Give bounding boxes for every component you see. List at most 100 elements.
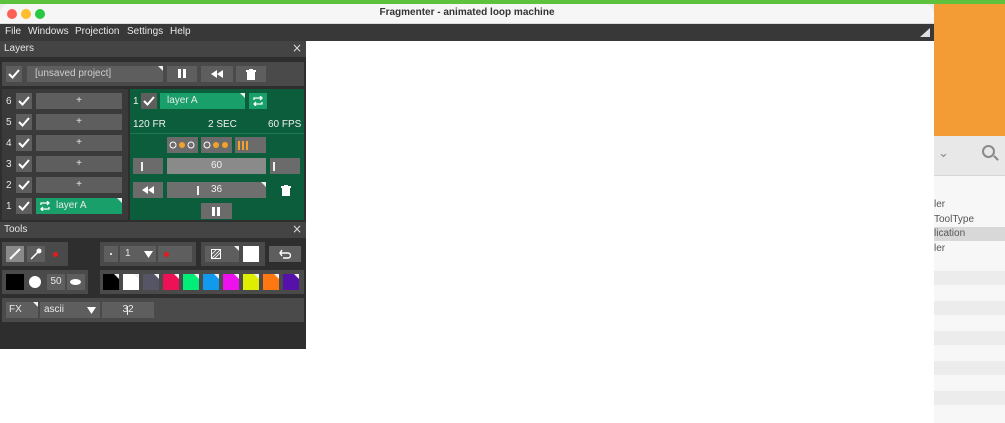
fx-value-field[interactable]: 32 <box>102 302 154 318</box>
palette-swatch[interactable] <box>223 274 239 290</box>
range-end-handle[interactable] <box>270 158 300 174</box>
layer-5-add-button[interactable]: + <box>36 114 122 130</box>
checkmark-icon <box>18 117 30 127</box>
pause-button[interactable] <box>167 66 197 82</box>
checkmark-icon <box>18 201 30 211</box>
layer-pause-button[interactable] <box>201 203 232 219</box>
checkmark-icon <box>18 159 30 169</box>
delete-layer-button[interactable] <box>275 182 297 198</box>
layer-5-checkbox[interactable] <box>16 114 32 130</box>
playback-mode-bars-button[interactable] <box>235 137 266 153</box>
brush-color-preview[interactable] <box>158 246 192 262</box>
opacity-field[interactable]: 50 <box>47 274 65 290</box>
layer-rewind-button[interactable] <box>133 182 163 198</box>
loop-icon <box>253 95 263 107</box>
dot-icon <box>110 253 112 255</box>
layer-3-checkbox[interactable] <box>16 156 32 172</box>
undo-button[interactable] <box>269 246 301 262</box>
palette-swatch[interactable] <box>143 274 159 290</box>
layer-1-label: layer A <box>56 200 87 211</box>
background-app-toolbar: ⌄ <box>934 136 1005 176</box>
rewind-button[interactable] <box>201 66 233 82</box>
menu-projection[interactable]: Projection <box>75 26 119 37</box>
playback-mode-pingpong-button[interactable] <box>201 137 232 153</box>
selected-layer-number: 1 <box>133 96 139 107</box>
range-start-handle[interactable] <box>133 158 163 174</box>
selected-layer-checkbox[interactable] <box>141 93 157 109</box>
layer-1-checkbox[interactable] <box>16 198 32 214</box>
palette-swatch[interactable] <box>263 274 279 290</box>
menu-settings[interactable]: Settings <box>127 26 163 37</box>
layer-4-checkbox[interactable] <box>16 135 32 151</box>
brush-shape-button[interactable] <box>27 274 45 290</box>
list-divider <box>934 271 1005 285</box>
pencil-icon <box>9 248 21 260</box>
current-frame-field[interactable]: 36 <box>167 182 266 198</box>
palette-swatch[interactable] <box>283 274 299 290</box>
layer-2-checkbox[interactable] <box>16 177 32 193</box>
list-divider <box>934 301 1005 315</box>
list-divider <box>934 331 1005 345</box>
list-divider <box>934 391 1005 405</box>
playback-mode-forward-button[interactable] <box>167 137 198 153</box>
checkmark-icon <box>18 180 30 190</box>
chevron-down-icon: ⌄ <box>938 146 949 161</box>
app-window: Fragmenter - animated loop machine File … <box>0 4 934 423</box>
layer-6-add-button[interactable]: + <box>36 93 122 109</box>
palette-swatch[interactable] <box>123 274 139 290</box>
close-icon[interactable]: × <box>292 222 302 236</box>
foreground-color-swatch[interactable] <box>6 274 24 290</box>
layer-3-add-button[interactable]: + <box>36 156 122 172</box>
hatch-pattern-icon <box>211 249 221 259</box>
eyedropper-tool-button[interactable] <box>27 246 45 262</box>
project-enable-checkbox[interactable] <box>6 66 22 82</box>
menu-help[interactable]: Help <box>170 26 191 37</box>
layers-panel-header: Layers × <box>0 41 306 57</box>
menu-file[interactable]: File <box>5 26 21 37</box>
loop-icon <box>40 201 50 211</box>
brush-tool-button[interactable] <box>6 246 24 262</box>
resize-corner-icon[interactable] <box>920 28 930 37</box>
project-name-field[interactable]: [unsaved project] <box>27 66 163 82</box>
circle-icon <box>29 276 41 288</box>
chevron-down-icon <box>87 307 96 314</box>
tools-panel: Tools × 1 50 FX ascii 32 <box>0 222 306 349</box>
palette-swatch[interactable] <box>103 274 119 290</box>
eyedropper-icon <box>30 248 42 260</box>
fill-color-swatch[interactable] <box>243 246 259 262</box>
layer-number: 6 <box>6 96 12 107</box>
fx-mode-value: ascii <box>44 304 65 315</box>
close-icon[interactable]: × <box>292 41 302 55</box>
layer-1-select-button[interactable]: layer A <box>36 198 122 214</box>
palette-swatch[interactable] <box>183 274 199 290</box>
dots-icon <box>169 141 195 149</box>
record-tool-button[interactable] <box>48 246 64 262</box>
speed-slider[interactable]: 60 <box>167 158 266 174</box>
layer-name-field[interactable]: layer A <box>160 93 245 109</box>
chevron-down-icon <box>144 251 153 258</box>
palette-swatch[interactable] <box>163 274 179 290</box>
layer-number: 1 <box>6 201 12 212</box>
fx-value: 32 <box>122 304 134 315</box>
drawing-canvas[interactable] <box>306 41 934 423</box>
delete-project-button[interactable] <box>236 66 266 82</box>
palette-swatch[interactable] <box>243 274 259 290</box>
layer-4-add-button[interactable]: + <box>36 135 122 151</box>
panel-title: Layers <box>4 43 35 54</box>
brush-softness-button[interactable] <box>67 274 85 290</box>
pattern-fill-button[interactable] <box>205 246 239 262</box>
fx-toggle-button[interactable]: FX <box>6 302 38 318</box>
desktop-wallpaper <box>934 4 1005 136</box>
fx-mode-select[interactable]: ascii <box>40 302 100 318</box>
dots-icon <box>203 141 228 149</box>
small-dot-button[interactable] <box>104 246 118 262</box>
loop-toggle-button[interactable] <box>249 93 267 109</box>
frames-per-second: 60 FPS <box>268 119 302 130</box>
layer-2-add-button[interactable]: + <box>36 177 122 193</box>
layer-6-checkbox[interactable] <box>16 93 32 109</box>
brush-size-select[interactable]: 1 <box>120 246 156 262</box>
palette-swatch[interactable] <box>203 274 219 290</box>
title-bar: Fragmenter - animated loop machine <box>0 4 934 24</box>
trash-icon <box>246 69 256 80</box>
menu-windows[interactable]: Windows <box>28 26 69 37</box>
